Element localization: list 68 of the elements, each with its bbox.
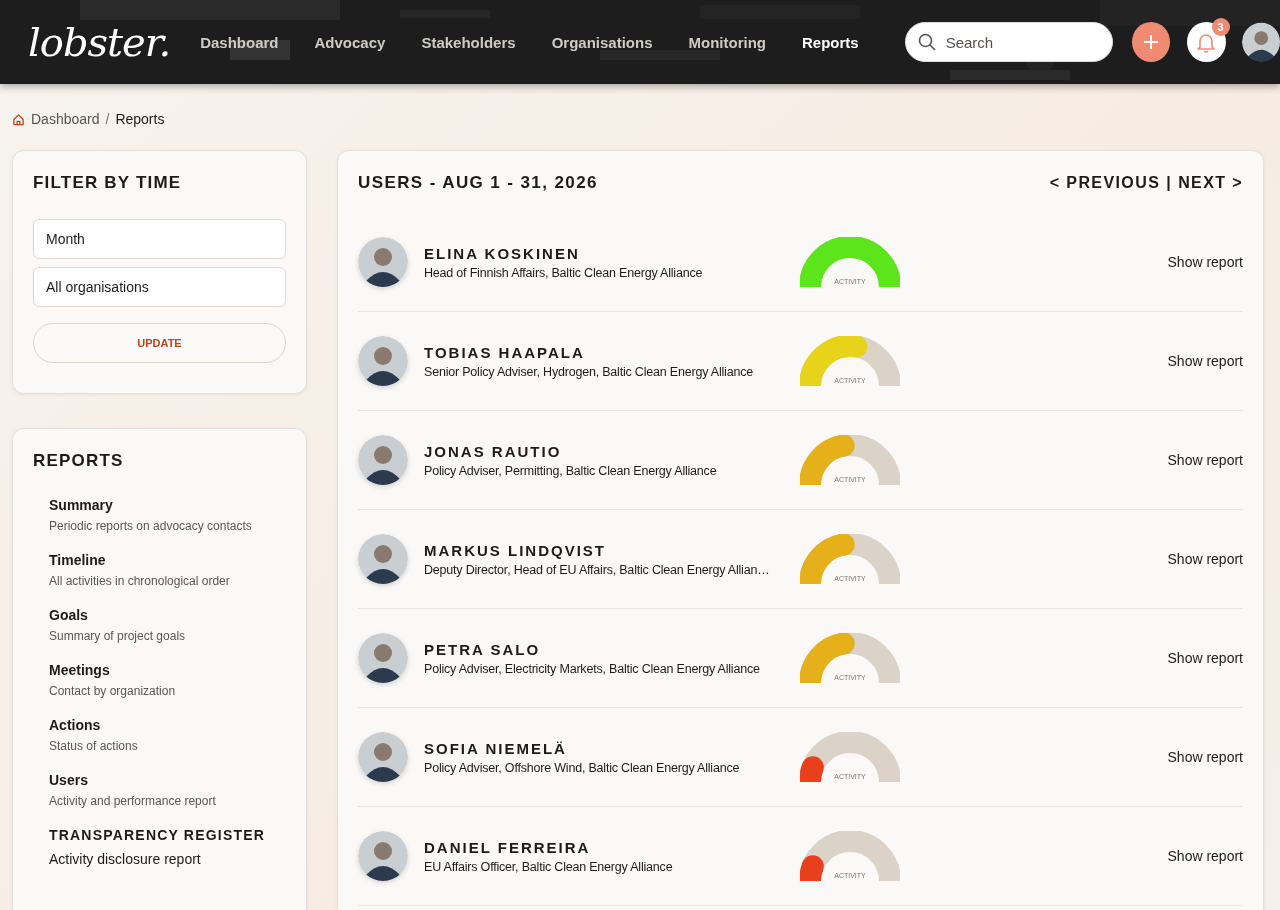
breadcrumb-link[interactable]: Dashboard — [31, 111, 100, 127]
report-description: Contact by organization — [49, 684, 177, 698]
nav-item[interactable]: Dashboard — [200, 33, 279, 51]
breadcrumb-current: Reports — [115, 111, 165, 127]
report-link[interactable]: Actions — [49, 717, 286, 733]
report-description: Activity and performance report — [49, 794, 217, 808]
select-field[interactable]: All organisations — [33, 267, 286, 307]
avatar — [358, 831, 408, 881]
report-description: Status of actions — [49, 739, 139, 753]
update-button[interactable]: UPDATE — [33, 323, 286, 363]
nav-item[interactable]: Advocacy — [314, 33, 386, 51]
bell-icon — [1195, 31, 1218, 53]
show-report-link[interactable]: Show report — [1167, 848, 1243, 864]
next-link[interactable]: NEXT > — [1178, 174, 1243, 192]
show-report-link[interactable]: Show report — [1167, 254, 1243, 270]
report-link[interactable]: TRANSPARENCY REGISTER — [49, 827, 286, 843]
report-link[interactable]: Users — [49, 772, 286, 788]
report-description: Summary of project goals — [49, 629, 187, 643]
logo[interactable]: lobster. — [28, 19, 173, 65]
avatar — [1241, 22, 1280, 62]
avatar — [358, 534, 408, 584]
pager-separator: | — [1166, 174, 1173, 192]
avatar — [358, 336, 408, 386]
card-title: FILTER BY TIME — [33, 173, 183, 193]
nav-item[interactable]: Monitoring — [688, 33, 766, 51]
report-link[interactable]: Summary — [49, 497, 286, 513]
breadcrumb-separator: / — [105, 111, 110, 127]
show-report-link[interactable]: Show report — [1167, 749, 1243, 765]
avatar — [358, 633, 408, 683]
user-role: Senior Policy Adviser, Hydrogen, Baltic Clean Energy Alliance — [424, 364, 754, 379]
report-link[interactable]: Meetings — [49, 662, 286, 678]
search-icon — [917, 33, 936, 51]
user-name: SOFIA NIEMELÄ — [424, 739, 568, 757]
previous-link[interactable]: < PREVIOUS — [1049, 174, 1161, 192]
user-name: JONAS RAUTIO — [424, 442, 563, 460]
user-role: Head of Finnish Affairs, Baltic Clean Energy Alliance — [424, 265, 704, 280]
show-report-link[interactable]: Show report — [1167, 452, 1243, 468]
nav-item[interactable]: Organisations — [551, 33, 653, 51]
user-name: PETRA SALO — [424, 640, 542, 658]
report-link[interactable]: Goals — [49, 607, 286, 623]
nav-item[interactable]: Reports — [801, 33, 859, 51]
nav-item[interactable]: Stakeholders — [421, 33, 516, 51]
user-name: MARKUS LINDQVIST — [424, 541, 607, 559]
user-role: Policy Adviser, Permitting, Baltic Clean Energy Alliance — [424, 463, 718, 478]
avatar — [358, 237, 408, 287]
user-role: Policy Adviser, Electricity Markets, Baltic Clean Energy Alliance — [424, 661, 761, 676]
report-description: Periodic reports on advocacy contacts — [49, 519, 253, 533]
user-name: ELINA KOSKINEN — [424, 244, 581, 262]
report-description: Activity disclosure report — [49, 851, 202, 867]
report-link[interactable]: Timeline — [49, 552, 286, 568]
avatar — [358, 435, 408, 485]
user-name: DANIEL FERREIRA — [424, 838, 592, 856]
card-title: USERS - AUG 1 - 31, 2026 — [358, 173, 598, 193]
user-role: Deputy Director, Head of EU Affairs, Baltic Clean Energy Allian… — [424, 562, 771, 577]
report-description: All activities in chronological order — [49, 574, 231, 588]
show-report-link[interactable]: Show report — [1167, 650, 1243, 666]
card-title: REPORTS — [33, 451, 125, 471]
plus-icon — [1141, 33, 1160, 51]
home-icon — [12, 112, 25, 126]
notification-badge: 3 — [1211, 18, 1230, 36]
search-field[interactable]: Search — [904, 22, 1113, 62]
select-field[interactable]: Month — [33, 219, 286, 259]
user-role: Policy Adviser, Offshore Wind, Baltic Clean Energy Alliance — [424, 760, 741, 775]
user-name: TOBIAS HAAPALA — [424, 343, 586, 361]
show-report-link[interactable]: Show report — [1167, 551, 1243, 567]
avatar — [358, 732, 408, 782]
user-role: EU Affairs Officer, Baltic Clean Energy Alliance — [424, 859, 674, 874]
show-report-link[interactable]: Show report — [1167, 353, 1243, 369]
